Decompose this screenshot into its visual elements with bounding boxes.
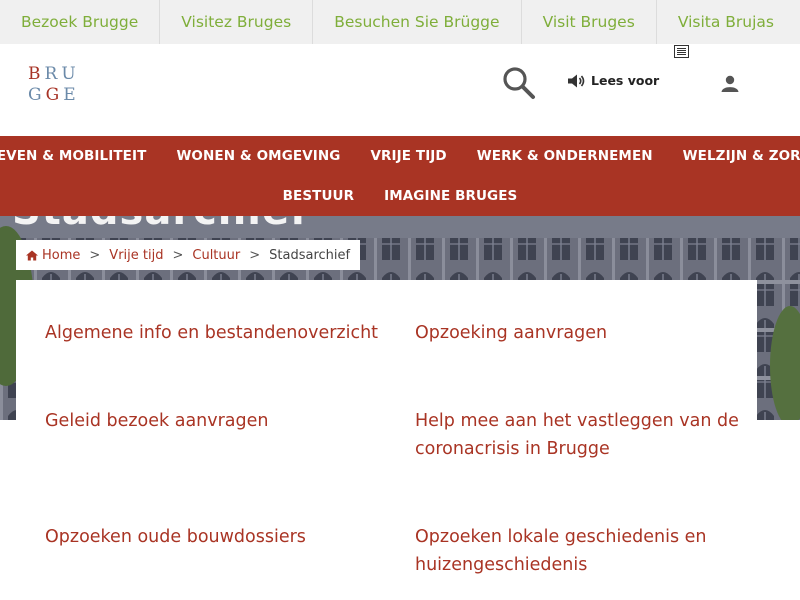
- breadcrumb-cultuur[interactable]: Cultuur: [192, 248, 240, 263]
- logo-letter: U: [61, 64, 80, 84]
- link-oude-bouwdossiers[interactable]: Opzoeken oude bouwdossiers: [45, 523, 395, 551]
- link-algemene-info[interactable]: Algemene info en bestandenoverzicht: [45, 319, 395, 347]
- speaker-icon: [568, 74, 585, 87]
- user-icon[interactable]: [720, 74, 740, 94]
- nav-item-leven-mobiliteit[interactable]: LEVEN & MOBILITEIT: [0, 148, 161, 164]
- nav-item-vrije-tijd[interactable]: VRIJE TIJD: [355, 148, 461, 164]
- page-title: Stadsarchief: [12, 216, 309, 234]
- lang-link-fr[interactable]: Visitez Bruges: [160, 0, 314, 44]
- logo-letter: R: [44, 64, 62, 84]
- logo-letter: B: [28, 64, 45, 84]
- brugge-logo[interactable]: B R U G G E: [28, 64, 84, 106]
- logo-letter: E: [63, 85, 80, 105]
- breadcrumb-vrije-tijd[interactable]: Vrije tijd: [109, 248, 163, 263]
- read-aloud-button[interactable]: Lees voor: [567, 73, 659, 88]
- lang-link-en[interactable]: Visit Bruges: [522, 0, 657, 44]
- content-card: Algemene info en bestandenoverzicht Opzo…: [16, 280, 757, 600]
- nav-item-wonen-omgeving[interactable]: WONEN & OMGEVING: [161, 148, 355, 164]
- link-lokale-geschiedenis[interactable]: Opzoeken lokale geschiedenis en huizenge…: [415, 523, 755, 579]
- nav-item-welzijn-zorg[interactable]: WELZIJN & ZORG: [668, 148, 800, 164]
- link-geleid-bezoek[interactable]: Geleid bezoek aanvragen: [45, 407, 395, 435]
- breadcrumb-separator: >: [89, 247, 101, 263]
- breadcrumb-separator: >: [172, 247, 184, 263]
- link-coronacrisis[interactable]: Help mee aan het vastleggen van de coron…: [415, 407, 755, 463]
- main-navigation: LEVEN & MOBILITEIT WONEN & OMGEVING VRIJ…: [0, 136, 800, 216]
- list-menu-icon[interactable]: [674, 45, 689, 58]
- logo-letter: G: [45, 85, 64, 105]
- breadcrumb-home[interactable]: Home: [42, 248, 80, 263]
- breadcrumb-current: Stadsarchief: [269, 247, 351, 263]
- language-bar: Bezoek Brugge Visitez Bruges Besuchen Si…: [0, 0, 800, 44]
- breadcrumb: Home > Vrije tijd > Cultuur > Stadsarchi…: [16, 240, 361, 270]
- read-aloud-label: Lees voor: [591, 73, 660, 88]
- lang-link-de[interactable]: Besuchen Sie Brügge: [313, 0, 522, 44]
- link-opzoeking-aanvragen[interactable]: Opzoeking aanvragen: [415, 319, 755, 347]
- lang-link-es[interactable]: Visita Brujas: [657, 0, 774, 44]
- nav-row: BESTUUR IMAGINE BRUGES: [0, 176, 800, 216]
- nav-row: LEVEN & MOBILITEIT WONEN & OMGEVING VRIJ…: [0, 136, 800, 176]
- search-icon[interactable]: [502, 66, 536, 100]
- logo-letter: G: [28, 85, 46, 105]
- home-icon: [26, 250, 38, 260]
- nav-item-werk-ondernemen[interactable]: WERK & ONDERNEMEN: [462, 148, 668, 164]
- nav-item-imagine-bruges[interactable]: IMAGINE BRUGES: [369, 188, 532, 204]
- breadcrumb-separator: >: [249, 247, 261, 263]
- nav-item-bestuur[interactable]: BESTUUR: [268, 188, 369, 204]
- site-header: B R U G G E Lees voor: [0, 44, 800, 136]
- lang-link-nl[interactable]: Bezoek Brugge: [0, 0, 161, 44]
